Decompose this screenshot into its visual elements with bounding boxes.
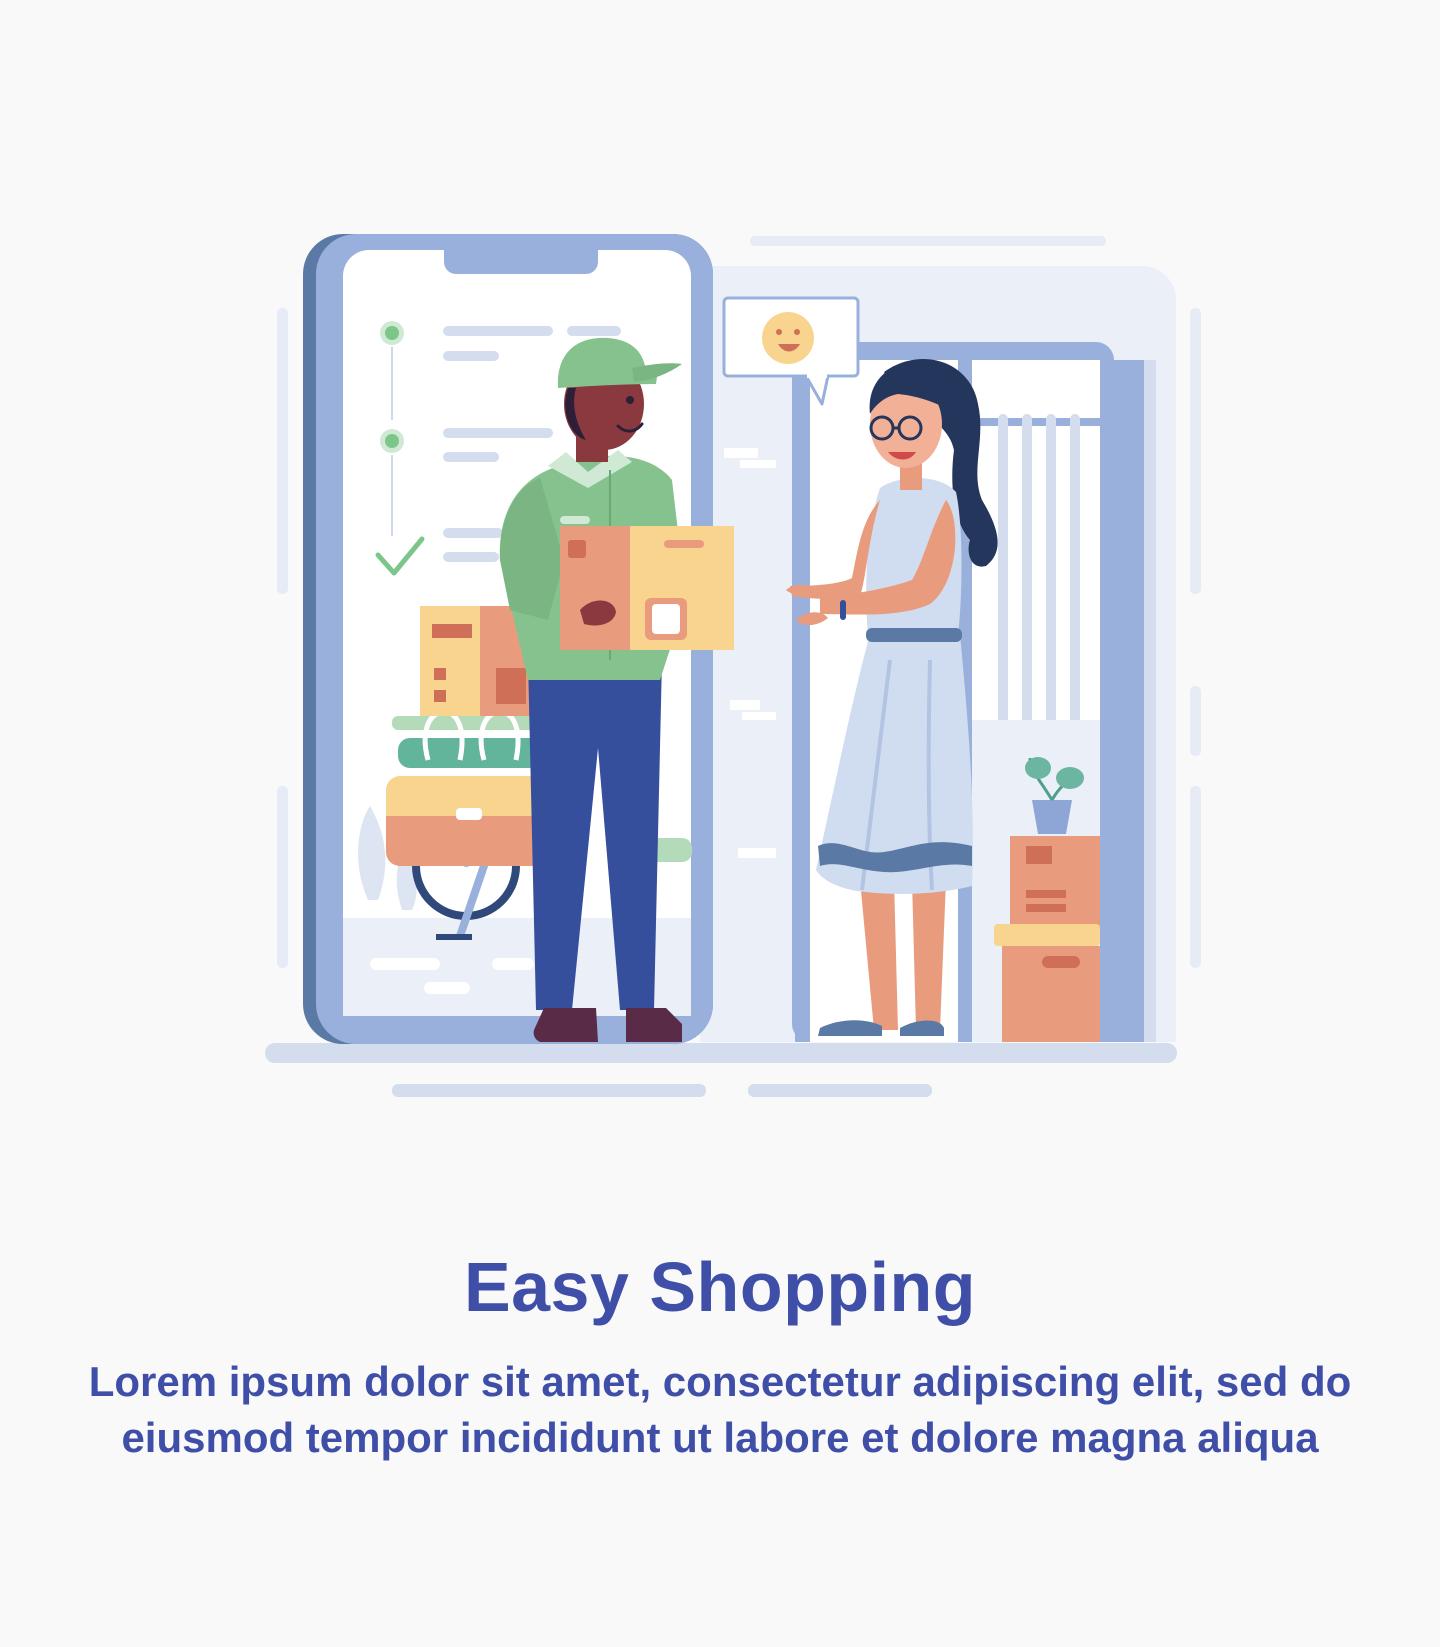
onboarding-description: Lorem ipsum dolor sit amet, consectetur … (88, 1358, 1352, 1461)
delivery-handover-illustration (265, 234, 1201, 1097)
onboarding-screen: Easy Shopping Lorem ipsum dolor sit amet… (0, 0, 1440, 1647)
onboarding-title: Easy Shopping (463, 1247, 977, 1326)
